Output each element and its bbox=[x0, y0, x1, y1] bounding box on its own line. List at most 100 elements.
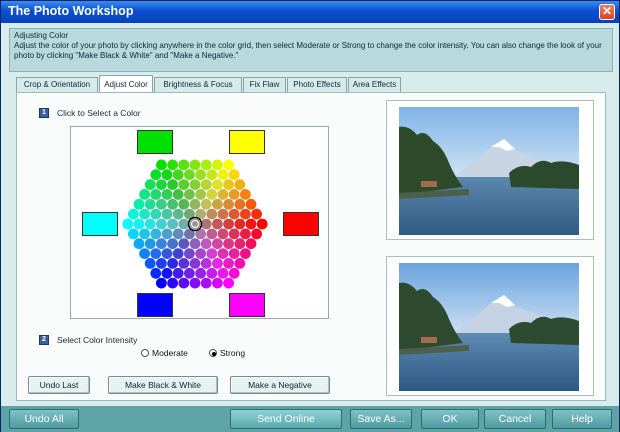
color-cell[interactable] bbox=[195, 169, 206, 181]
color-cell[interactable] bbox=[212, 218, 223, 230]
color-hexagon[interactable] bbox=[71, 127, 330, 320]
color-cell[interactable] bbox=[240, 189, 251, 200]
color-cell[interactable] bbox=[139, 228, 150, 240]
color-cell[interactable] bbox=[206, 248, 218, 259]
color-cell[interactable] bbox=[228, 267, 240, 279]
color-cell[interactable] bbox=[178, 238, 190, 250]
save-as-button[interactable]: Save As... bbox=[350, 409, 412, 429]
color-cell[interactable] bbox=[228, 208, 240, 220]
color-cell[interactable] bbox=[195, 267, 206, 279]
help-button[interactable]: Help bbox=[552, 409, 612, 429]
tab-crop-orientation[interactable]: Crop & Orientation bbox=[16, 77, 98, 93]
color-cell[interactable] bbox=[223, 159, 235, 171]
color-cell[interactable] bbox=[172, 248, 184, 259]
color-cell[interactable] bbox=[150, 267, 162, 279]
color-cell[interactable] bbox=[172, 267, 184, 279]
radio-moderate[interactable]: Moderate bbox=[141, 348, 188, 358]
color-cell[interactable] bbox=[161, 169, 173, 181]
color-cell[interactable] bbox=[189, 198, 201, 210]
color-cell[interactable] bbox=[178, 277, 190, 289]
radio-strong-dot[interactable] bbox=[209, 348, 217, 357]
send-online-button[interactable]: Send Online bbox=[230, 409, 342, 429]
color-cell[interactable] bbox=[184, 248, 195, 259]
color-cell[interactable] bbox=[240, 248, 251, 259]
color-cell[interactable] bbox=[150, 169, 162, 181]
color-cell[interactable] bbox=[156, 238, 167, 250]
color-cell[interactable] bbox=[234, 258, 246, 269]
undo-last-button[interactable]: Undo Last bbox=[28, 376, 90, 394]
color-cell[interactable] bbox=[167, 218, 178, 230]
color-cell[interactable] bbox=[144, 198, 156, 210]
color-cell[interactable] bbox=[212, 159, 223, 171]
color-cell[interactable] bbox=[200, 218, 212, 230]
color-cell[interactable] bbox=[167, 179, 178, 190]
color-cell[interactable] bbox=[200, 258, 212, 269]
color-cell[interactable] bbox=[172, 208, 184, 220]
make-negative-button[interactable]: Make a Negative bbox=[230, 376, 330, 394]
color-cell[interactable] bbox=[240, 208, 251, 220]
cancel-button[interactable]: Cancel bbox=[484, 409, 546, 429]
color-cell[interactable] bbox=[150, 228, 162, 240]
color-cell[interactable] bbox=[212, 198, 223, 210]
color-cell[interactable] bbox=[228, 169, 240, 181]
close-button[interactable]: ✕ bbox=[599, 4, 615, 20]
color-cell[interactable] bbox=[128, 228, 139, 240]
color-cell[interactable] bbox=[189, 258, 201, 269]
color-cell[interactable] bbox=[139, 208, 150, 220]
tab-brightness-focus[interactable]: Brightness & Focus bbox=[154, 77, 242, 93]
color-cell[interactable] bbox=[133, 198, 145, 210]
color-cell[interactable] bbox=[161, 248, 173, 259]
color-cell[interactable] bbox=[167, 159, 178, 171]
color-cell[interactable] bbox=[212, 277, 223, 289]
color-cell[interactable] bbox=[161, 189, 173, 200]
tab-area-effects[interactable]: Area Effects bbox=[348, 77, 401, 93]
color-cell[interactable] bbox=[251, 208, 262, 220]
tab-adjust-color[interactable]: Adjust Color bbox=[99, 75, 153, 93]
color-cell[interactable] bbox=[256, 218, 268, 230]
color-cell[interactable] bbox=[172, 228, 184, 240]
color-cell[interactable] bbox=[200, 198, 212, 210]
color-cell[interactable] bbox=[228, 228, 240, 240]
color-cell[interactable] bbox=[206, 208, 218, 220]
color-cell[interactable] bbox=[133, 238, 145, 250]
color-cell[interactable] bbox=[245, 238, 257, 250]
color-cell[interactable] bbox=[234, 218, 246, 230]
color-cell[interactable] bbox=[217, 208, 229, 220]
color-cell[interactable] bbox=[156, 258, 167, 269]
color-cell[interactable] bbox=[184, 189, 195, 200]
undo-all-button[interactable]: Undo All bbox=[9, 409, 79, 429]
color-cell[interactable] bbox=[189, 179, 201, 190]
color-cell[interactable] bbox=[223, 198, 235, 210]
color-cell[interactable] bbox=[167, 198, 178, 210]
color-cell[interactable] bbox=[217, 169, 229, 181]
color-grid[interactable] bbox=[70, 126, 329, 319]
color-cell[interactable] bbox=[156, 198, 167, 210]
color-cell[interactable] bbox=[206, 169, 218, 181]
color-cell[interactable] bbox=[172, 169, 184, 181]
color-cell[interactable] bbox=[161, 228, 173, 240]
color-cell[interactable] bbox=[189, 277, 201, 289]
color-cell[interactable] bbox=[234, 198, 246, 210]
color-cell[interactable] bbox=[200, 179, 212, 190]
color-cell[interactable] bbox=[133, 218, 145, 230]
color-cell[interactable] bbox=[223, 179, 235, 190]
ok-button[interactable]: OK bbox=[421, 409, 479, 429]
color-cell[interactable] bbox=[122, 218, 134, 230]
color-cell[interactable] bbox=[144, 238, 156, 250]
color-cell[interactable] bbox=[178, 179, 190, 190]
color-cell[interactable] bbox=[228, 248, 240, 259]
color-cell[interactable] bbox=[184, 267, 195, 279]
color-cell[interactable] bbox=[217, 189, 229, 200]
color-cell[interactable] bbox=[195, 248, 206, 259]
color-cell[interactable] bbox=[144, 179, 156, 190]
color-cell[interactable] bbox=[195, 189, 206, 200]
color-cell[interactable] bbox=[200, 159, 212, 171]
color-cell[interactable] bbox=[189, 159, 201, 171]
color-cell[interactable] bbox=[200, 238, 212, 250]
color-cell[interactable] bbox=[223, 258, 235, 269]
color-cell[interactable] bbox=[234, 179, 246, 190]
color-cell[interactable] bbox=[178, 258, 190, 269]
color-cell[interactable] bbox=[223, 238, 235, 250]
color-cell[interactable] bbox=[167, 277, 178, 289]
color-cell[interactable] bbox=[128, 208, 139, 220]
